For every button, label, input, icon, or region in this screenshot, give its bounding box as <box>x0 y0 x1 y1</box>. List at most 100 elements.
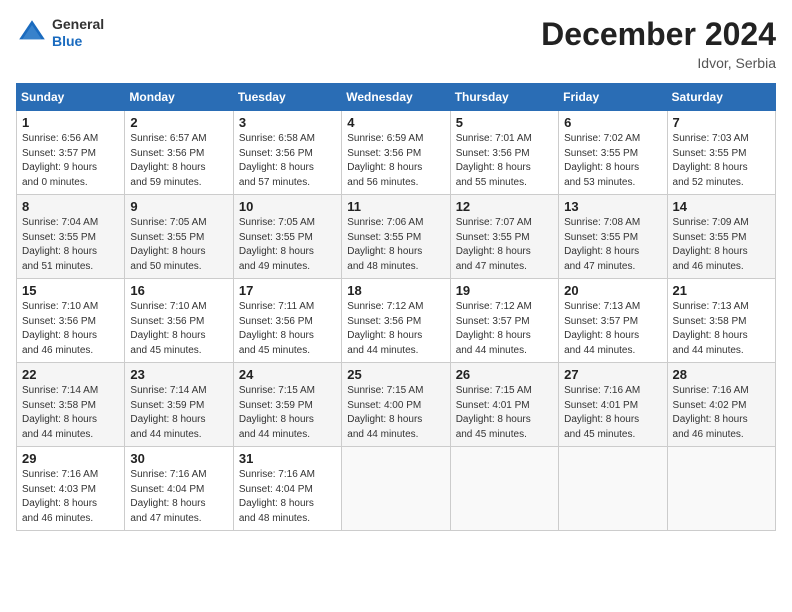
day-info: Sunrise: 7:06 AMSunset: 3:55 PMDaylight:… <box>347 216 444 274</box>
calendar-cell <box>342 447 450 531</box>
calendar-header-row: SundayMondayTuesdayWednesdayThursdayFrid… <box>17 84 776 111</box>
day-number: 2 <box>130 115 227 130</box>
day-number: 11 <box>347 199 444 214</box>
calendar-cell: 18Sunrise: 7:12 AMSunset: 3:56 PMDayligh… <box>342 279 450 363</box>
day-info: Sunrise: 7:15 AMSunset: 4:01 PMDaylight:… <box>456 384 553 442</box>
day-info: Sunrise: 7:16 AMSunset: 4:02 PMDaylight:… <box>673 384 770 442</box>
calendar-cell: 30Sunrise: 7:16 AMSunset: 4:04 PMDayligh… <box>125 447 233 531</box>
calendar-cell: 7 Sunrise: 7:03 AMSunset: 3:55 PMDaylight… <box>667 111 775 195</box>
day-number: 12 <box>456 199 553 214</box>
page-header: General Blue December 2024 Idvor, Serbia <box>16 16 776 71</box>
day-info: Sunrise: 7:12 AMSunset: 3:57 PMDaylight:… <box>456 300 553 358</box>
day-number: 30 <box>130 451 227 466</box>
day-number: 6 <box>564 115 661 130</box>
calendar-cell: 22 Sunrise: 7:14 AMSunset: 3:58 PMDayligh… <box>17 363 125 447</box>
calendar-cell: 12 Sunrise: 7:07 AMSunset: 3:55 PMDayligh… <box>450 195 558 279</box>
day-info: Sunrise: 7:08 AMSunset: 3:55 PMDaylight:… <box>564 216 661 274</box>
day-number: 27 <box>564 367 661 382</box>
calendar-cell: 15 Sunrise: 7:10 AMSunset: 3:56 PMDayligh… <box>17 279 125 363</box>
calendar-cell: 10 Sunrise: 7:05 AMSunset: 3:55 PMDayligh… <box>233 195 341 279</box>
calendar-cell: 4 Sunrise: 6:59 AMSunset: 3:56 PMDaylight… <box>342 111 450 195</box>
day-number: 25 <box>347 367 444 382</box>
title-section: December 2024 Idvor, Serbia <box>541 16 776 71</box>
day-number: 18 <box>347 283 444 298</box>
day-number: 22 <box>22 367 119 382</box>
calendar-cell: 6 Sunrise: 7:02 AMSunset: 3:55 PMDaylight… <box>559 111 667 195</box>
weekday-header: Tuesday <box>233 84 341 111</box>
day-number: 5 <box>456 115 553 130</box>
day-number: 9 <box>130 199 227 214</box>
day-info: Sunrise: 7:14 AMSunset: 3:59 PMDaylight:… <box>130 384 227 442</box>
weekday-header: Wednesday <box>342 84 450 111</box>
calendar-cell: 23 Sunrise: 7:14 AMSunset: 3:59 PMDayligh… <box>125 363 233 447</box>
day-info: Sunrise: 7:05 AMSunset: 3:55 PMDaylight:… <box>239 216 336 274</box>
calendar-cell: 20Sunrise: 7:13 AMSunset: 3:57 PMDayligh… <box>559 279 667 363</box>
calendar-cell: 28Sunrise: 7:16 AMSunset: 4:02 PMDayligh… <box>667 363 775 447</box>
day-info: Sunrise: 7:04 AMSunset: 3:55 PMDaylight:… <box>22 216 119 274</box>
calendar-week-row: 15 Sunrise: 7:10 AMSunset: 3:56 PMDayligh… <box>17 279 776 363</box>
day-info: Sunrise: 6:59 AMSunset: 3:56 PMDaylight:… <box>347 132 444 190</box>
logo-text: General Blue <box>52 16 104 50</box>
day-info: Sunrise: 7:02 AMSunset: 3:55 PMDaylight:… <box>564 132 661 190</box>
day-info: Sunrise: 7:10 AMSunset: 3:56 PMDaylight:… <box>22 300 119 358</box>
calendar-cell: 5 Sunrise: 7:01 AMSunset: 3:56 PMDaylight… <box>450 111 558 195</box>
day-number: 23 <box>130 367 227 382</box>
day-number: 8 <box>22 199 119 214</box>
day-info: Sunrise: 7:16 AMSunset: 4:01 PMDaylight:… <box>564 384 661 442</box>
day-number: 7 <box>673 115 770 130</box>
day-number: 16 <box>130 283 227 298</box>
day-number: 19 <box>456 283 553 298</box>
logo-icon <box>16 17 48 49</box>
day-number: 15 <box>22 283 119 298</box>
day-number: 31 <box>239 451 336 466</box>
calendar-week-row: 1Sunrise: 6:56 AMSunset: 3:57 PMDaylight… <box>17 111 776 195</box>
day-info: Sunrise: 7:07 AMSunset: 3:55 PMDaylight:… <box>456 216 553 274</box>
calendar-cell: 9 Sunrise: 7:05 AMSunset: 3:55 PMDaylight… <box>125 195 233 279</box>
day-info: Sunrise: 7:14 AMSunset: 3:58 PMDaylight:… <box>22 384 119 442</box>
day-number: 10 <box>239 199 336 214</box>
day-number: 4 <box>347 115 444 130</box>
day-info: Sunrise: 7:03 AMSunset: 3:55 PMDaylight:… <box>673 132 770 190</box>
calendar-week-row: 29Sunrise: 7:16 AMSunset: 4:03 PMDayligh… <box>17 447 776 531</box>
day-info: Sunrise: 7:05 AMSunset: 3:55 PMDaylight:… <box>130 216 227 274</box>
day-info: Sunrise: 7:09 AMSunset: 3:55 PMDaylight:… <box>673 216 770 274</box>
day-info: Sunrise: 6:56 AMSunset: 3:57 PMDaylight:… <box>22 132 119 190</box>
calendar-week-row: 8 Sunrise: 7:04 AMSunset: 3:55 PMDaylight… <box>17 195 776 279</box>
weekday-header: Sunday <box>17 84 125 111</box>
day-info: Sunrise: 7:01 AMSunset: 3:56 PMDaylight:… <box>456 132 553 190</box>
calendar-cell: 21 Sunrise: 7:13 AMSunset: 3:58 PMDayligh… <box>667 279 775 363</box>
logo-general: General <box>52 16 104 33</box>
weekday-header: Thursday <box>450 84 558 111</box>
logo: General Blue <box>16 16 104 50</box>
calendar-cell <box>450 447 558 531</box>
calendar-cell: 14Sunrise: 7:09 AMSunset: 3:55 PMDayligh… <box>667 195 775 279</box>
day-number: 26 <box>456 367 553 382</box>
day-info: Sunrise: 6:58 AMSunset: 3:56 PMDaylight:… <box>239 132 336 190</box>
day-number: 20 <box>564 283 661 298</box>
day-info: Sunrise: 7:13 AMSunset: 3:58 PMDaylight:… <box>673 300 770 358</box>
day-info: Sunrise: 7:16 AMSunset: 4:04 PMDaylight:… <box>239 468 336 526</box>
calendar-cell: 1Sunrise: 6:56 AMSunset: 3:57 PMDaylight… <box>17 111 125 195</box>
calendar-cell: 26 Sunrise: 7:15 AMSunset: 4:01 PMDayligh… <box>450 363 558 447</box>
calendar-cell: 2Sunrise: 6:57 AMSunset: 3:56 PMDaylight… <box>125 111 233 195</box>
day-number: 21 <box>673 283 770 298</box>
day-info: Sunrise: 7:15 AMSunset: 4:00 PMDaylight:… <box>347 384 444 442</box>
day-number: 24 <box>239 367 336 382</box>
calendar-cell: 27 Sunrise: 7:16 AMSunset: 4:01 PMDayligh… <box>559 363 667 447</box>
calendar-cell: 25 Sunrise: 7:15 AMSunset: 4:00 PMDayligh… <box>342 363 450 447</box>
day-info: Sunrise: 7:16 AMSunset: 4:03 PMDaylight:… <box>22 468 119 526</box>
day-info: Sunrise: 7:10 AMSunset: 3:56 PMDaylight:… <box>130 300 227 358</box>
day-number: 3 <box>239 115 336 130</box>
day-number: 13 <box>564 199 661 214</box>
calendar-table: SundayMondayTuesdayWednesdayThursdayFrid… <box>16 83 776 531</box>
weekday-header: Saturday <box>667 84 775 111</box>
calendar-cell: 3 Sunrise: 6:58 AMSunset: 3:56 PMDaylight… <box>233 111 341 195</box>
calendar-cell: 11 Sunrise: 7:06 AMSunset: 3:55 PMDayligh… <box>342 195 450 279</box>
calendar-cell: 8 Sunrise: 7:04 AMSunset: 3:55 PMDaylight… <box>17 195 125 279</box>
day-info: Sunrise: 7:15 AMSunset: 3:59 PMDaylight:… <box>239 384 336 442</box>
calendar-cell: 24 Sunrise: 7:15 AMSunset: 3:59 PMDayligh… <box>233 363 341 447</box>
calendar-cell: 16 Sunrise: 7:10 AMSunset: 3:56 PMDayligh… <box>125 279 233 363</box>
calendar-cell: 13 Sunrise: 7:08 AMSunset: 3:55 PMDayligh… <box>559 195 667 279</box>
calendar-cell: 31 Sunrise: 7:16 AMSunset: 4:04 PMDayligh… <box>233 447 341 531</box>
calendar-cell: 17Sunrise: 7:11 AMSunset: 3:56 PMDayligh… <box>233 279 341 363</box>
